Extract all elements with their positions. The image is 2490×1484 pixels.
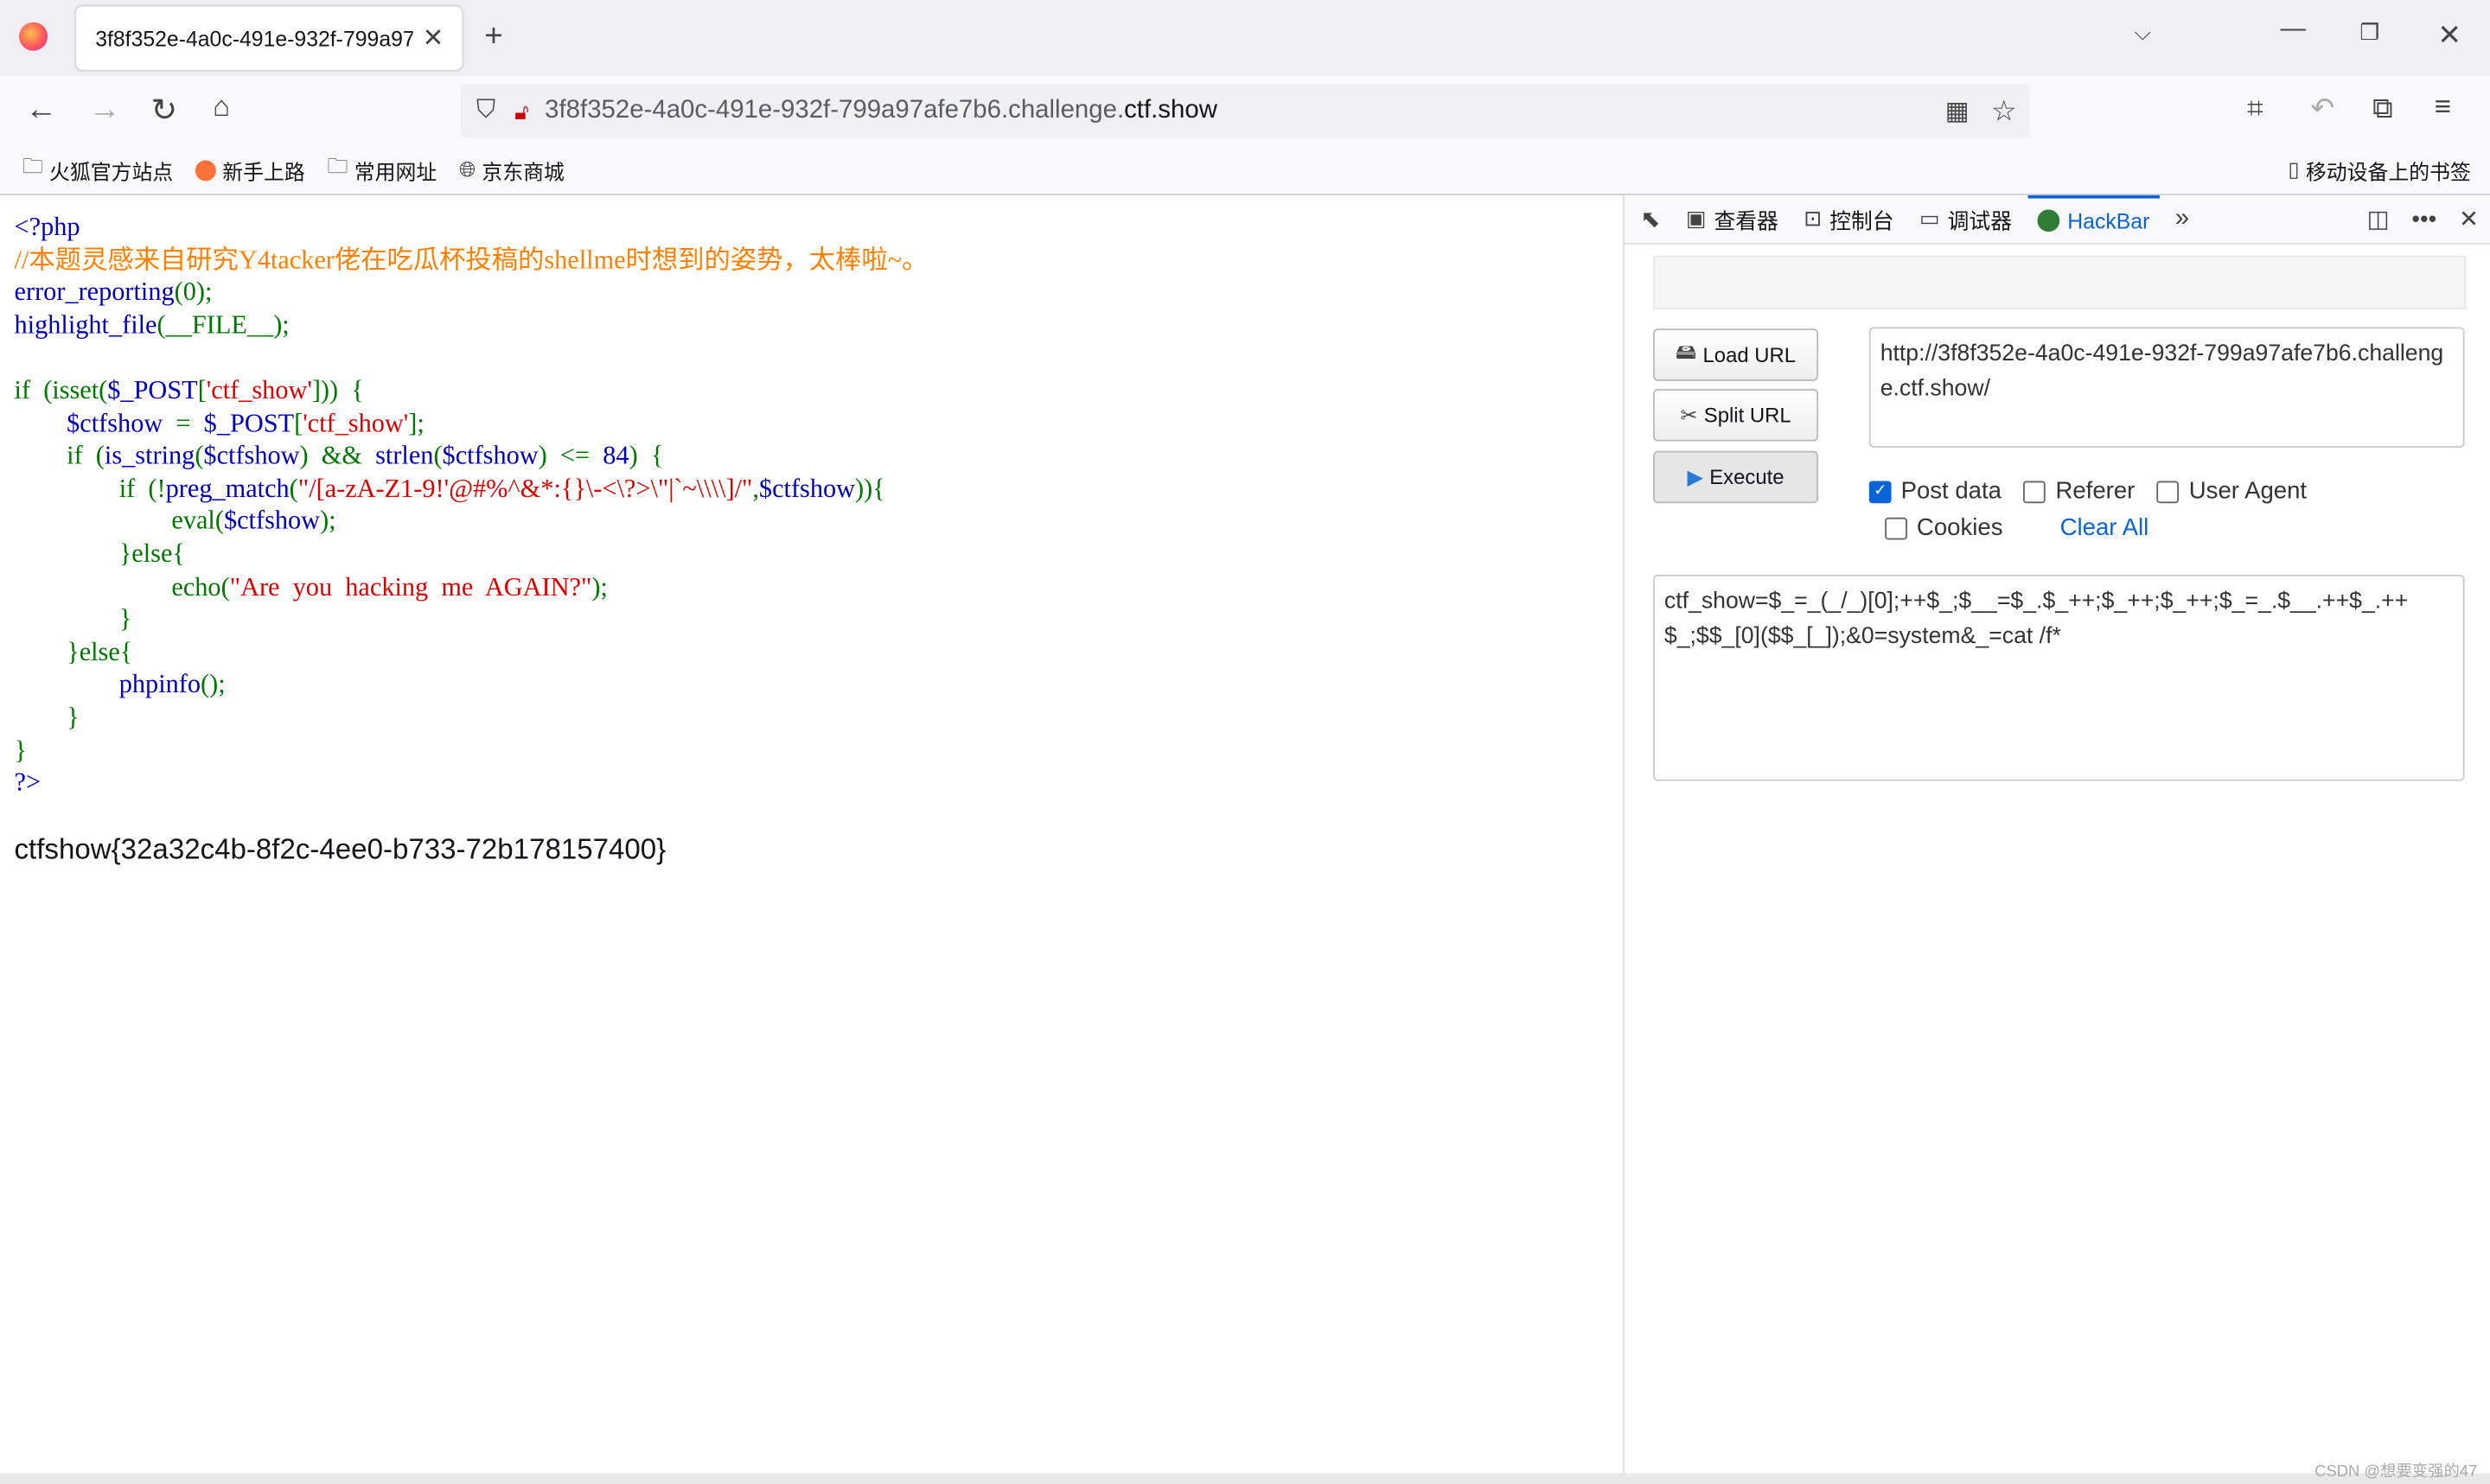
element-picker-icon[interactable]: ⬉ — [1640, 205, 1660, 233]
list-tabs-icon[interactable]: ⌵ — [2135, 19, 2152, 46]
play-icon: ▶ — [1687, 464, 1703, 488]
url-textarea[interactable]: http://3f8f352e-4a0c-491e-932f-799a97afe… — [1868, 327, 2465, 448]
extensions-icon[interactable]: ⧉ — [2372, 92, 2393, 126]
home-icon[interactable]: ⌂ — [213, 91, 230, 124]
debugger-icon: ▭ — [1919, 206, 1940, 231]
minimize-icon[interactable]: — — [2281, 16, 2306, 44]
load-url-button[interactable]: 🖴︎ Load URL — [1653, 328, 1819, 381]
folder-icon: 🗀 — [22, 154, 43, 178]
shield-icon: ⛉ — [476, 97, 496, 124]
forward-icon[interactable]: → — [89, 92, 121, 129]
insecure-lock-icon[interactable]: 🔓︎ — [514, 98, 529, 124]
bookmark-item[interactable]: 🗀 火狐官方站点 — [22, 152, 174, 187]
bookmark-item[interactable]: 🗀 常用网址 — [327, 152, 437, 187]
screenshot-icon[interactable]: ⌗ — [2247, 92, 2263, 126]
flag-output: ctfshow{32a32c4b-8f2c-4ee0-b733-72b17815… — [14, 833, 667, 866]
dock-icon[interactable]: ◫ — [2367, 205, 2390, 233]
firefox-icon[interactable] — [19, 22, 48, 51]
reload-icon[interactable]: ↻ — [150, 91, 177, 131]
hackbar-toolbar — [1653, 255, 2467, 310]
tab-inspector[interactable]: ▣ 查看器 — [1686, 195, 1778, 243]
more-tabs-icon[interactable]: » — [2175, 205, 2189, 233]
page-content: <?php //本题灵感来自研究Y4tacker佬在吃瓜杯投稿的shellme时… — [0, 194, 1624, 1474]
bookmark-item[interactable]: 新手上路 — [195, 155, 305, 185]
console-icon: ⊡ — [1804, 206, 1823, 231]
tab-hackbar[interactable]: HackBar — [2027, 194, 2160, 243]
php-source: <?php //本题灵感来自研究Y4tacker佬在吃瓜杯投稿的shellme时… — [14, 211, 929, 798]
browser-tab[interactable]: 3f8f352e-4a0c-491e-932f-799a97afe7b6.cha… — [76, 6, 463, 70]
folder-icon: 🗀 — [327, 154, 348, 178]
bookmark-star-icon[interactable]: ☆ — [1991, 94, 2017, 128]
close-window-icon[interactable]: ✕ — [2437, 19, 2461, 53]
more-options-icon[interactable]: ••• — [2411, 206, 2436, 232]
bookmark-item[interactable]: 🌐︎ 京东商城 — [459, 155, 565, 185]
execute-button[interactable]: ▶ Execute — [1653, 450, 1819, 504]
nav-bar: ← → ↻ ⌂ ⛉ 🔓︎ 3f8f352e-4a0c-491e-932f-799… — [0, 76, 2490, 146]
qr-code-icon[interactable]: ▦ — [1945, 95, 1970, 127]
back-icon[interactable]: ← — [25, 92, 57, 129]
close-tab-icon[interactable]: ✕ — [423, 22, 444, 54]
referer-checkbox[interactable]: Referer — [2023, 478, 2135, 505]
bookmarks-bar: 🗀 火狐官方站点 新手上路 🗀 常用网址 🌐︎ 京东商城 ▯ 移动设备上的书签 — [0, 145, 2490, 195]
checkbox — [2157, 480, 2180, 503]
user-agent-checkbox[interactable]: User Agent — [2157, 478, 2307, 505]
close-devtools-icon[interactable]: ✕ — [2459, 205, 2479, 233]
tab-bar: 3f8f352e-4a0c-491e-932f-799a97afe7b6.cha… — [0, 0, 2490, 77]
clear-all-link[interactable]: Clear All — [2060, 514, 2149, 541]
tab-console[interactable]: ⊡ 控制台 — [1804, 195, 1893, 243]
hackbar-icon — [2037, 209, 2060, 232]
mobile-icon: ▯ — [2288, 156, 2300, 182]
mobile-bookmarks[interactable]: ▯ 移动设备上的书签 — [2288, 155, 2471, 185]
post-data-textarea[interactable]: ctf_show=$_=_(_/_)[0];++$_;$__=$_.$_++;$… — [1653, 574, 2465, 781]
cookies-checkbox[interactable]: Cookies — [1885, 514, 2002, 541]
url-bar[interactable]: ⛉ 🔓︎ 3f8f352e-4a0c-491e-932f-799a97afe7b… — [460, 84, 2030, 138]
status-bar — [0, 1473, 2490, 1484]
split-url-button[interactable]: ✂ Split URL — [1653, 388, 1819, 442]
inspector-icon: ▣ — [1685, 206, 1707, 231]
undo-icon[interactable]: ↶ — [2310, 92, 2334, 126]
checkbox — [2023, 480, 2046, 503]
checkbox-checked: ✓ — [1868, 480, 1892, 503]
checkbox — [1885, 516, 1907, 539]
menu-icon[interactable]: ≡ — [2435, 91, 2451, 124]
devtools-toolbar: ⬉ ▣ 查看器 ⊡ 控制台 ▭ 调试器 HackBar » ◫ ••• ✕ — [1624, 194, 2490, 245]
load-icon: 🖴︎ — [1676, 339, 1697, 363]
firefox-icon — [195, 159, 216, 181]
devtools-panel: ⬉ ▣ 查看器 ⊡ 控制台 ▭ 调试器 HackBar » ◫ ••• ✕ 🖴︎ Loa… — [1623, 194, 2490, 1474]
tab-debugger[interactable]: ▭ 调试器 — [1919, 195, 2012, 243]
post-data-checkbox[interactable]: ✓ Post data — [1868, 478, 2002, 505]
globe-icon: 🌐︎ — [458, 156, 476, 182]
scissors-icon: ✂ — [1680, 402, 1698, 427]
watermark: CSDN @想要变强的47 — [2314, 1463, 2478, 1481]
new-tab-icon[interactable]: + — [484, 19, 502, 55]
restore-icon[interactable]: ❐ — [2359, 19, 2379, 46]
